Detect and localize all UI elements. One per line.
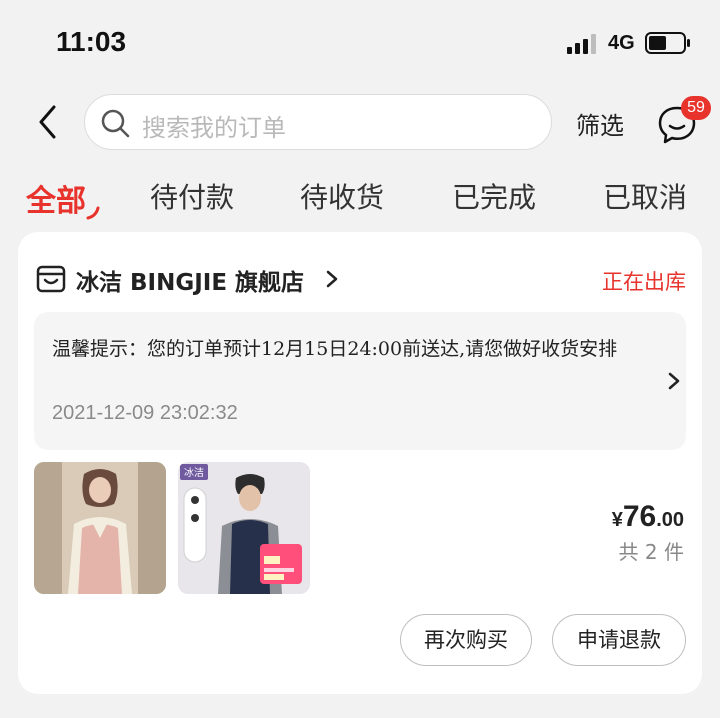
network-type: 4G [608, 32, 635, 54]
tab-active-indicator [86, 206, 100, 220]
back-arrow-icon[interactable] [36, 104, 62, 140]
price-currency: ¥ [611, 509, 623, 531]
order-time: 2021-12-09 23:02:32 [52, 402, 238, 424]
tab-completed[interactable]: 已完成 [452, 176, 536, 216]
tab-pending-payment[interactable]: 待付款 [150, 176, 234, 216]
tab-cancelled[interactable]: 已取消 [603, 176, 687, 216]
shop-row[interactable]: 冰洁 BINGJIE 旗舰店 正在出库 [36, 262, 686, 302]
rebuy-button[interactable]: 再次购买 [400, 614, 532, 666]
order-tabs: 全部 待付款 待收货 已完成 已取消 [0, 168, 720, 228]
status-time: 11:03 [56, 26, 127, 57]
header-bar: 搜索我的订单 筛选 [0, 90, 720, 154]
product-thumbnail[interactable]: 冰洁 [178, 462, 310, 594]
signal-icon [567, 34, 596, 54]
shop-icon [36, 265, 66, 293]
item-count: 共 2 件 [618, 540, 684, 564]
battery-icon [645, 32, 690, 54]
product-image-vest-pink [34, 462, 166, 594]
chevron-right-icon [326, 270, 338, 288]
search-icon [101, 109, 130, 138]
filter-button[interactable]: 筛选 [576, 106, 624, 141]
product-thumbnail[interactable] [34, 462, 166, 594]
order-card[interactable]: 冰洁 BINGJIE 旗舰店 正在出库 温馨提示：您的订单预计12月15日24:… [18, 232, 702, 694]
product-brand-tag: 冰洁 [184, 466, 204, 479]
shop-name[interactable]: 冰洁 BINGJIE 旗舰店 [76, 263, 304, 297]
status-bar: 11:03 4G [0, 0, 720, 86]
search-input[interactable]: 搜索我的订单 [84, 94, 552, 150]
tab-pending-receipt[interactable]: 待收货 [300, 176, 384, 216]
notice-text: 温馨提示：您的订单预计12月15日24:00前送达,请您做好收货安排 [52, 338, 618, 360]
order-status: 正在出库 [602, 270, 686, 294]
order-total-price: ¥76.00 [612, 500, 684, 534]
delivery-notice[interactable]: 温馨提示：您的订单预计12月15日24:00前送达,请您做好收货安排 2021-… [34, 312, 686, 450]
tab-all[interactable]: 全部 [26, 176, 86, 220]
price-decimal: .00 [656, 509, 684, 531]
product-image-vest-dark: 冰洁 [178, 462, 310, 594]
search-placeholder: 搜索我的订单 [142, 114, 286, 142]
chevron-right-icon [668, 372, 680, 390]
price-integer: 76 [622, 500, 657, 533]
refund-button[interactable]: 申请退款 [552, 614, 686, 666]
message-badge: 59 [681, 96, 711, 120]
